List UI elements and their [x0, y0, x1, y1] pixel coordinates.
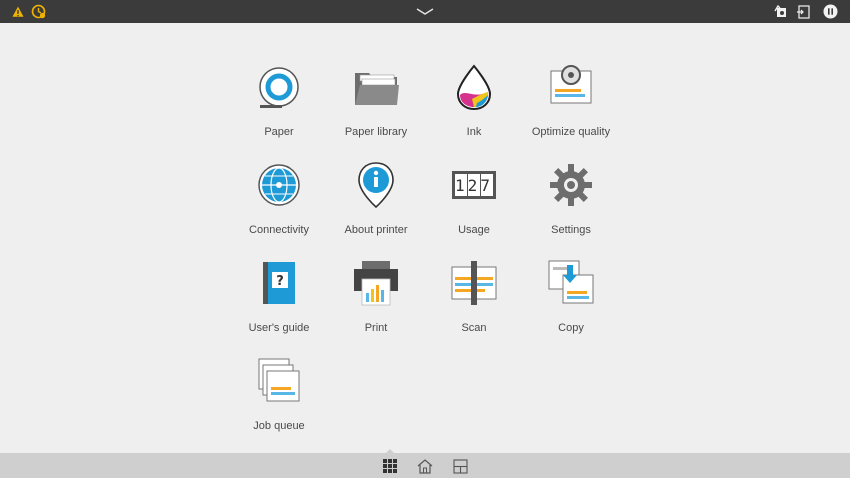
app-label: Optimize quality [531, 126, 611, 138]
ink-drop-icon [456, 64, 492, 111]
status-bar [0, 0, 850, 23]
app-paper[interactable]: Paper [224, 63, 334, 153]
app-label: Usage [458, 224, 490, 236]
home-icon[interactable] [415, 457, 435, 475]
folder-icon [355, 73, 399, 105]
info-pin-icon [358, 162, 394, 209]
app-optimize-quality[interactable]: Optimize quality [516, 63, 626, 153]
app-about-printer[interactable]: About printer [321, 161, 431, 251]
app-settings[interactable]: Settings [516, 161, 626, 251]
app-copy[interactable]: Copy [516, 259, 626, 349]
app-label: Ink [466, 126, 482, 138]
chevron-down-icon[interactable] [414, 0, 436, 23]
app-connectivity[interactable]: Connectivity [224, 161, 334, 251]
app-usage[interactable]: 127 Usage [419, 161, 529, 251]
pause-icon[interactable] [822, 0, 838, 23]
app-label: Print [364, 322, 388, 334]
app-label: User's guide [248, 322, 310, 334]
optimize-quality-icon [550, 65, 592, 104]
app-ink[interactable]: Ink [419, 63, 529, 153]
warning-printer-icon[interactable] [10, 0, 26, 23]
guide-book-icon: ? [263, 262, 295, 304]
active-indicator [386, 449, 394, 453]
printer-icon [354, 261, 398, 306]
app-print[interactable]: Print [321, 259, 431, 349]
paper-roll-icon [259, 67, 299, 108]
gear-icon [550, 164, 592, 206]
sign-in-icon[interactable] [796, 0, 812, 23]
app-grid: Paper Paper library Ink Optimize quality… [0, 23, 850, 453]
usage-counter-value: 127 [455, 176, 493, 195]
app-label: Connectivity [249, 224, 309, 236]
app-label: Paper [264, 126, 294, 138]
app-job-queue[interactable]: Job queue [224, 357, 334, 447]
app-label: Paper library [344, 126, 408, 138]
copy-icon [548, 260, 594, 304]
bottom-nav-bar [0, 449, 850, 478]
svg-text:?: ? [276, 274, 284, 289]
app-paper-library[interactable]: Paper library [321, 63, 431, 153]
globe-network-icon [258, 164, 300, 206]
app-label: About printer [344, 224, 408, 236]
app-label: Settings [551, 224, 591, 236]
app-scan[interactable]: Scan [419, 259, 529, 349]
widgets-icon[interactable] [450, 457, 470, 475]
counter-icon: 127 [452, 171, 496, 199]
app-label: Job queue [253, 420, 305, 432]
app-label: Copy [558, 322, 584, 334]
job-queue-icon [258, 358, 300, 402]
network-device-icon[interactable] [772, 0, 790, 23]
apps-grid-icon[interactable] [380, 457, 400, 475]
scanner-icon [451, 261, 497, 305]
app-users-guide[interactable]: ? User's guide [224, 259, 334, 349]
attention-clock-icon[interactable] [30, 0, 46, 23]
app-label: Scan [461, 322, 487, 334]
